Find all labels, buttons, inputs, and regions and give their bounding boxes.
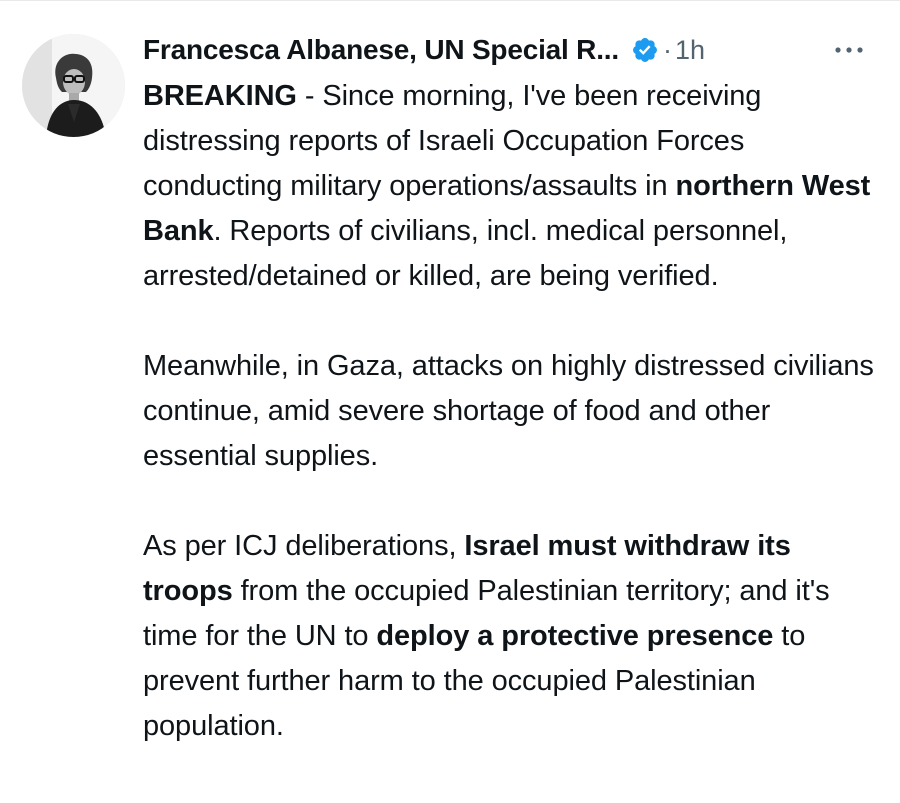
bold-deploy-protective-presence: deploy a protective presence <box>376 620 774 652</box>
avatar[interactable] <box>22 34 125 137</box>
tweet-paragraph-3: As per ICJ deliberations, Israel must wi… <box>143 524 888 749</box>
paragraph-3-text-a: As per ICJ deliberations, <box>143 530 465 562</box>
paragraph-2-text: Meanwhile, in Gaza, attacks on highly di… <box>143 350 874 472</box>
more-horizontal-icon <box>835 47 863 53</box>
avatar-photo <box>22 34 125 137</box>
bold-breaking: BREAKING <box>143 80 297 112</box>
author-name[interactable]: Francesca Albanese, UN Special R... <box>143 34 619 66</box>
tweet-text: BREAKING - Since morning, I've been rece… <box>143 74 888 749</box>
tweet-card[interactable]: Francesca Albanese, UN Special R... · 1h… <box>0 0 900 803</box>
tweet-header: Francesca Albanese, UN Special R... · 1h <box>143 28 883 72</box>
more-button[interactable] <box>827 32 871 68</box>
separator-dot: · <box>662 34 672 65</box>
tweet-paragraph-1: BREAKING - Since morning, I've been rece… <box>143 74 888 299</box>
paragraph-1-text-b: . Reports of civilians, incl. medical pe… <box>143 215 788 292</box>
tweet-paragraph-2: Meanwhile, in Gaza, attacks on highly di… <box>143 344 888 479</box>
verified-badge-icon[interactable] <box>631 36 659 64</box>
timestamp[interactable]: 1h <box>675 35 705 66</box>
